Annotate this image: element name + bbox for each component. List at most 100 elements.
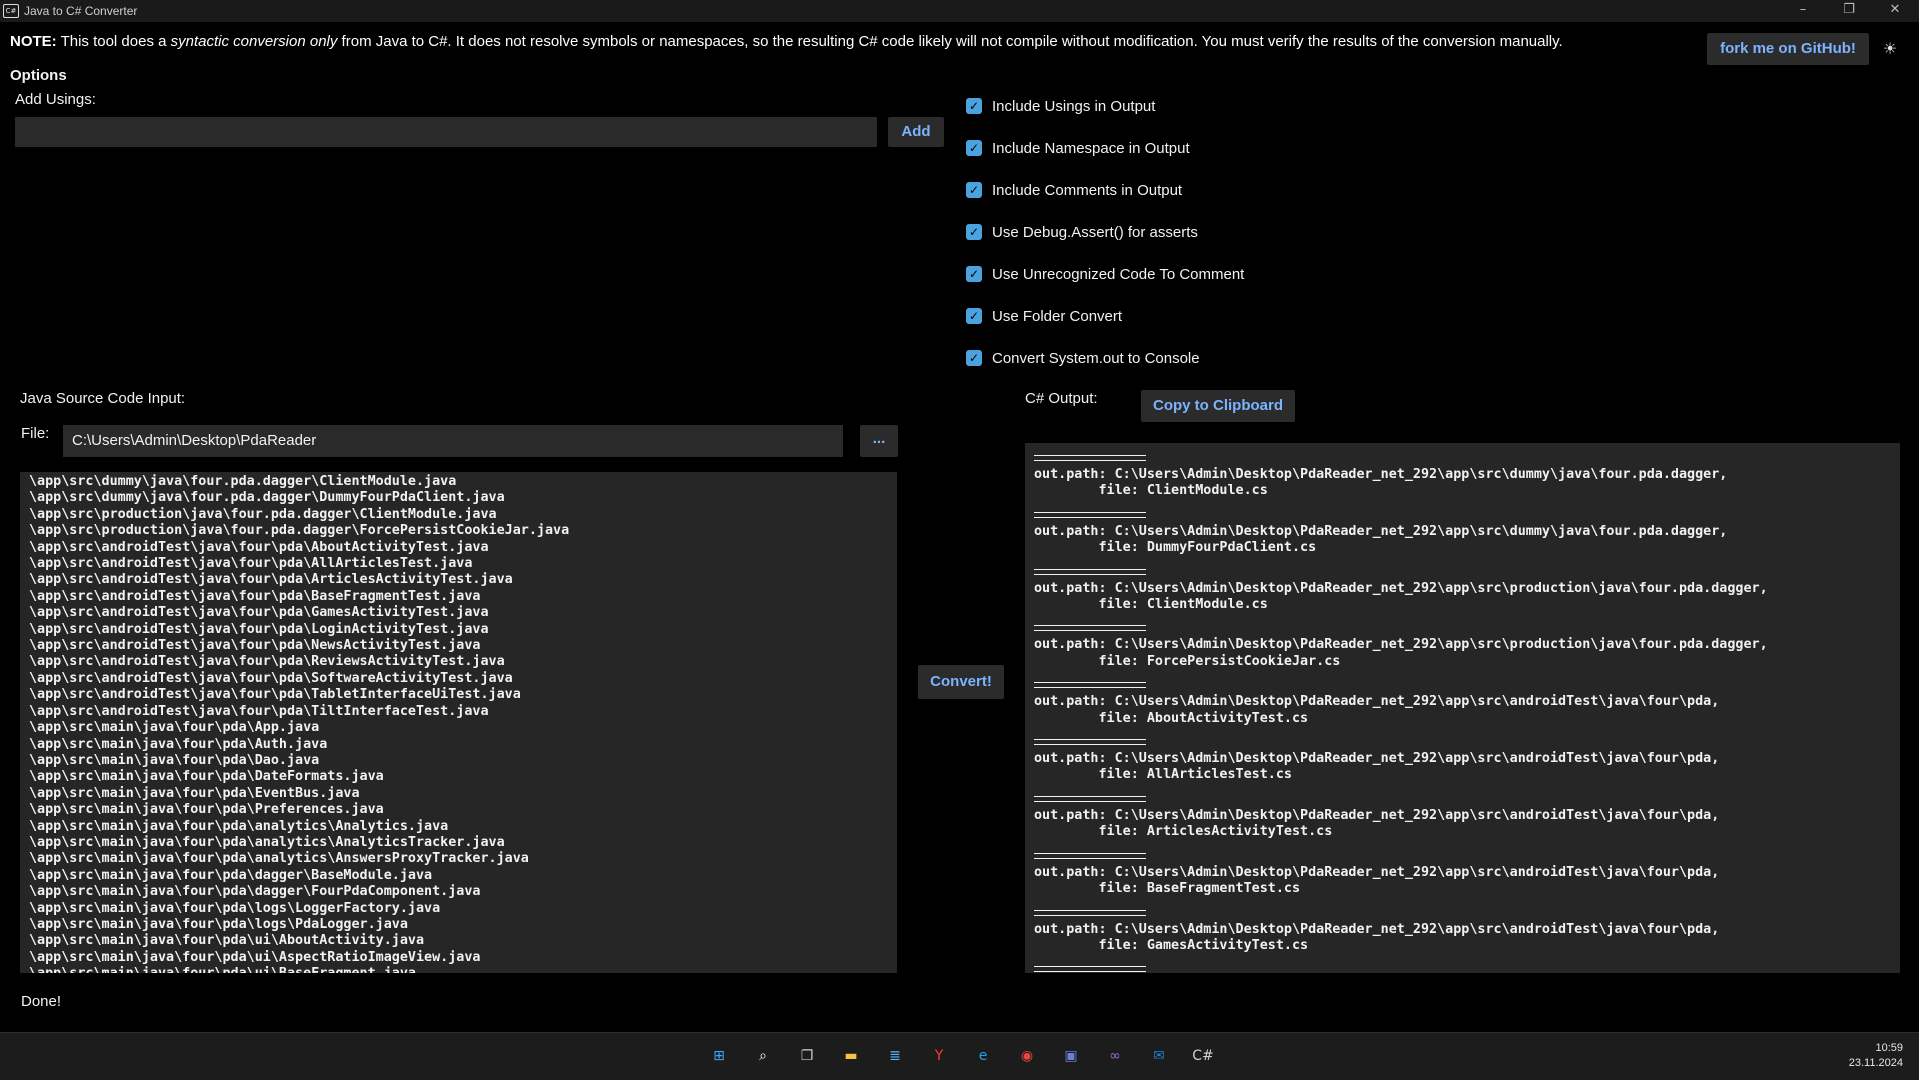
java-file-line: \app\src\main\java\four\pda\EventBus.jav… [29, 785, 360, 801]
checkbox-label: Convert System.out to Console [992, 349, 1200, 367]
output-entry: out.path: C:\Users\Admin\Desktop\PdaRead… [1034, 909, 1900, 955]
java-file-line: \app\src\main\java\four\pda\logs\PdaLogg… [29, 916, 408, 932]
restore-button[interactable]: ❐ [1826, 0, 1872, 22]
add-usings-label: Add Usings: [15, 91, 96, 108]
system-clock[interactable]: 10:59 23.11.2024 [1849, 1041, 1903, 1071]
chrome-browser-icon[interactable]: ◉ [1015, 1044, 1039, 1068]
output-entry: out.path: C:\Users\Admin\Desktop\PdaRead… [1034, 625, 1900, 670]
output-separator [1034, 625, 1146, 632]
clock-time: 10:59 [1875, 1042, 1903, 1054]
search-icon[interactable]: ⌕ [751, 1044, 775, 1068]
checkbox[interactable]: ✓ [966, 182, 982, 198]
output-path-line: out.path: C:\Users\Admin\Desktop\PdaRead… [1034, 637, 1768, 653]
copy-to-clipboard-button[interactable]: Copy to Clipboard [1141, 390, 1295, 422]
convert-button[interactable]: Convert! [918, 665, 1004, 699]
checkbox[interactable]: ✓ [966, 350, 982, 366]
output-separator [1034, 739, 1146, 746]
checkbox[interactable]: ✓ [966, 98, 982, 114]
java-file-line: \app\src\androidTest\java\four\pda\About… [29, 539, 489, 555]
option-checkbox-row[interactable]: ✓ Convert System.out to Console [966, 346, 1200, 370]
output-path-line: out.path: C:\Users\Admin\Desktop\PdaRead… [1034, 694, 1720, 710]
close-button[interactable]: ✕ [1872, 0, 1918, 22]
option-checkbox-row[interactable]: ✓ Include Namespace in Output [966, 136, 1190, 160]
csharp-converter-icon[interactable]: C# [1191, 1044, 1215, 1068]
output-path-line: out.path: C:\Users\Admin\Desktop\PdaRead… [1034, 580, 1768, 596]
java-file-line: \app\src\main\java\four\pda\dagger\FourP… [29, 884, 481, 900]
java-file-line: \app\src\main\java\four\pda\Auth.java [29, 736, 328, 752]
option-checkbox-row[interactable]: ✓ Use Unrecognized Code To Comment [966, 262, 1244, 286]
java-file-line: \app\src\androidTest\java\four\pda\Login… [29, 621, 489, 637]
checkbox-label: Use Debug.Assert() for asserts [992, 223, 1198, 241]
java-file-line: \app\src\dummy\java\four.pda.dagger\Dumm… [29, 490, 505, 506]
option-checkbox-row[interactable]: ✓ Include Comments in Output [966, 178, 1182, 202]
java-file-line: \app\src\production\java\four.pda.dagger… [29, 506, 497, 522]
java-file-line: \app\src\main\java\four\pda\ui\BaseFragm… [29, 966, 897, 973]
java-source-textarea[interactable]: \app\src\dummy\java\four.pda.dagger\Clie… [20, 472, 897, 973]
conversion-note: NOTE: This tool does a syntactic convers… [10, 33, 1563, 50]
edge-browser-icon[interactable]: e [971, 1044, 995, 1068]
output-file-line: file: BaseFragmentTest.cs [1034, 881, 1301, 897]
browse-button[interactable]: ... [860, 425, 898, 457]
output-path-line: out.path: C:\Users\Admin\Desktop\PdaRead… [1034, 921, 1720, 937]
output-entry: out.path: C:\Users\Admin\Desktop\PdaRead… [1034, 511, 1900, 557]
java-file-line: \app\src\main\java\four\pda\analytics\An… [29, 851, 529, 867]
checkbox-label: Use Folder Convert [992, 307, 1123, 325]
github-fork-button[interactable]: fork me on GitHub! [1707, 33, 1869, 65]
options-heading: Options [10, 67, 67, 84]
output-file-line: file: ClientModule.cs [1034, 597, 1268, 613]
task-view-icon[interactable]: ❐ [795, 1044, 819, 1068]
checkbox[interactable]: ✓ [966, 140, 982, 156]
save-disk-icon[interactable]: ▣ [1059, 1044, 1083, 1068]
java-file-line: \app\src\androidTest\java\four\pda\Table… [29, 687, 521, 703]
output-separator [1034, 966, 1146, 973]
usings-input[interactable] [15, 117, 877, 147]
output-path-line: out.path: C:\Users\Admin\Desktop\PdaRead… [1034, 807, 1720, 823]
java-file-line: \app\src\androidTest\java\four\pda\Softw… [29, 670, 513, 686]
visual-studio-icon[interactable]: ∞ [1103, 1044, 1127, 1068]
output-separator [1034, 511, 1146, 518]
java-file-line: \app\src\androidTest\java\four\pda\Games… [29, 605, 489, 621]
java-file-line: \app\src\main\java\four\pda\dagger\BaseM… [29, 867, 433, 883]
java-file-line: \app\src\production\java\four.pda.dagger… [29, 523, 570, 539]
file-path-input[interactable]: C:\Users\Admin\Desktop\PdaReader [63, 425, 843, 457]
outlook-icon[interactable]: ✉ [1147, 1044, 1171, 1068]
java-file-line: \app\src\androidTest\java\four\pda\AllAr… [29, 556, 473, 572]
java-input-heading: Java Source Code Input: [20, 390, 186, 407]
checkbox[interactable]: ✓ [966, 224, 982, 240]
checkbox-label: Include Usings in Output [992, 97, 1156, 115]
option-checkbox-row[interactable]: ✓ Use Debug.Assert() for asserts [966, 220, 1198, 244]
window-title: Java to C# Converter [24, 4, 138, 18]
java-file-line: \app\src\androidTest\java\four\pda\Artic… [29, 572, 513, 588]
output-entry: out.path: C:\Users\Admin\Desktop\PdaRead… [1034, 568, 1900, 614]
option-checkbox-row[interactable]: ✓ Include Usings in Output [966, 94, 1155, 118]
java-file-line: \app\src\main\java\four\pda\analytics\An… [29, 818, 449, 834]
output-separator [1034, 795, 1146, 802]
app-icon: C# [3, 4, 19, 18]
csharp-output-textarea[interactable]: out.path: C:\Users\Admin\Desktop\PdaRead… [1025, 443, 1900, 973]
java-file-line: \app\src\main\java\four\pda\Dao.java [29, 752, 320, 768]
add-using-button[interactable]: Add [888, 117, 944, 147]
status-text: Done! [21, 993, 62, 1010]
output-entry: out.path: C:\Users\Admin\Desktop\PdaRead… [1034, 966, 1900, 973]
output-separator [1034, 909, 1146, 916]
sun-icon[interactable]: ☀ [1879, 38, 1901, 60]
java-file-list: \app\src\dummy\java\four.pda.dagger\Clie… [29, 474, 897, 973]
output-separator [1034, 455, 1146, 461]
output-separator [1034, 568, 1146, 575]
checkbox[interactable]: ✓ [966, 266, 982, 282]
windows-start-icon[interactable]: ⊞ [707, 1044, 731, 1068]
output-entry: out.path: C:\Users\Admin\Desktop\PdaRead… [1034, 455, 1900, 500]
output-file-line: file: AboutActivityTest.cs [1034, 710, 1309, 726]
checkbox[interactable]: ✓ [966, 308, 982, 324]
note-text-2: from Java to C#. It does not resolve sym… [337, 33, 1563, 50]
file-explorer-icon[interactable]: ▬ [839, 1044, 863, 1068]
output-entry: out.path: C:\Users\Admin\Desktop\PdaRead… [1034, 682, 1900, 727]
taskbar [0, 1032, 1919, 1080]
output-entry-list: out.path: C:\Users\Admin\Desktop\PdaRead… [1034, 455, 1900, 973]
yandex-browser-icon[interactable]: Y [927, 1044, 951, 1068]
csharp-output-heading: C# Output: [1025, 390, 1098, 407]
minimize-button[interactable]: – [1780, 0, 1826, 22]
option-checkbox-row[interactable]: ✓ Use Folder Convert [966, 304, 1122, 328]
java-file-line: \app\src\main\java\four\pda\Preferences.… [29, 802, 384, 818]
notepad-icon[interactable]: ≣ [883, 1044, 907, 1068]
